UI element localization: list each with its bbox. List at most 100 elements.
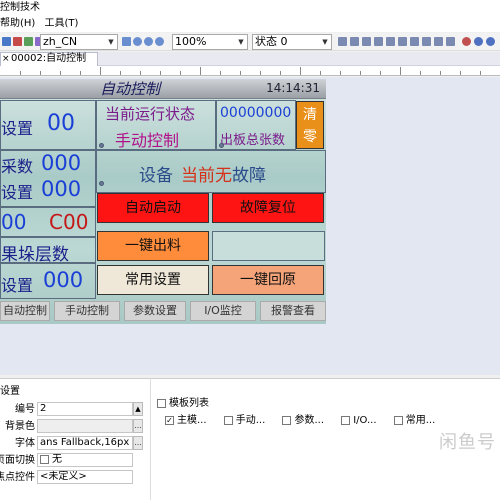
- align-icon[interactable]: [13, 37, 22, 46]
- layout-icon[interactable]: [398, 37, 407, 46]
- layout-icon[interactable]: [422, 37, 431, 46]
- layer-label-cell: 果垛层数: [0, 237, 96, 265]
- zoom-select[interactable]: 100% ▼: [172, 34, 248, 50]
- watermark: 闲鱼号: [439, 432, 496, 453]
- checkbox[interactable]: [393, 415, 403, 425]
- more-icon[interactable]: …: [133, 436, 143, 450]
- one-key-home-button[interactable]: 一键回原: [212, 265, 324, 295]
- zoom-out-icon[interactable]: [144, 37, 153, 46]
- font-field[interactable]: ans Fallback,16px: [37, 436, 133, 450]
- property-row-font: 字体 ans Fallback,16px …: [15, 436, 143, 450]
- language-select[interactable]: zh_CN ▼: [40, 34, 118, 50]
- chevron-down-icon: ▼: [108, 38, 114, 46]
- record-icon[interactable]: [462, 37, 471, 46]
- chevron-down-icon: ▼: [322, 38, 328, 46]
- property-section-title: 设置: [0, 386, 20, 397]
- menu-tools[interactable]: 工具(T): [45, 18, 79, 29]
- count-cell[interactable]: 采数 000 设置 000: [0, 150, 96, 207]
- template-item[interactable]: 参数...: [282, 415, 324, 426]
- language-value: zh_CN: [43, 35, 78, 48]
- layer-setting-cell[interactable]: 设置 000: [0, 263, 96, 299]
- setting-value: 00: [47, 111, 75, 136]
- template-item[interactable]: 常用...: [393, 415, 435, 426]
- nav-manual-control[interactable]: 手动控制: [54, 301, 120, 321]
- common-settings-label: 常用设置: [125, 272, 181, 288]
- counter-cell: 00000000 出板总张数: [216, 100, 296, 150]
- one-key-home-label: 一键回原: [240, 272, 296, 288]
- layout-icon[interactable]: [410, 37, 419, 46]
- property-panel: 设置 编号 2 ▲ 背景色 … 字体 ans Fallback,16px … 页…: [0, 378, 145, 500]
- align-icon[interactable]: [24, 37, 33, 46]
- counter-label: 出板总张数: [220, 133, 286, 148]
- one-key-feed-label: 一键出料: [125, 238, 181, 254]
- layout-icon[interactable]: [350, 37, 359, 46]
- nav-alarm-view[interactable]: 报警查看: [260, 301, 326, 321]
- indicator-dot: [219, 143, 224, 148]
- checkbox[interactable]: [157, 398, 166, 408]
- zoom-fit-icon[interactable]: [122, 37, 131, 46]
- position-cell[interactable]: 00 C00: [0, 207, 96, 237]
- auto-start-button[interactable]: 自动启动: [97, 193, 209, 223]
- state-value: 状态 0: [255, 35, 288, 48]
- one-key-feed-button[interactable]: 一键出料: [97, 231, 209, 261]
- checkbox[interactable]: [223, 415, 233, 425]
- common-settings-button[interactable]: 常用设置: [97, 265, 209, 295]
- zoom-in-icon[interactable]: [133, 37, 142, 46]
- clear-button[interactable]: 清零: [296, 101, 324, 149]
- hmi-clock: 14:14:31: [266, 81, 320, 95]
- spin-icon[interactable]: ▲: [133, 402, 143, 416]
- nav-io-monitor[interactable]: I/O监控: [190, 301, 256, 321]
- id-field[interactable]: 2: [37, 402, 133, 416]
- template-item[interactable]: 手动...: [223, 415, 265, 426]
- auto-start-label: 自动启动: [125, 200, 181, 216]
- fault-cell: 设备 当前无 故障: [96, 150, 326, 193]
- layer-label: 果垛层数: [1, 245, 69, 265]
- window-title: 控制技术: [0, 2, 40, 13]
- status-value: 手动控制: [115, 131, 180, 150]
- zoom-reset-icon[interactable]: [155, 37, 164, 46]
- fault-reset-button[interactable]: 故障复位: [212, 193, 324, 223]
- checkbox[interactable]: [40, 454, 49, 464]
- state-select[interactable]: 状态 0 ▼: [252, 34, 332, 50]
- checkbox[interactable]: ✓: [165, 415, 174, 425]
- layer-setting-label: 设置: [1, 276, 34, 295]
- status-label: 当前运行状态: [105, 105, 196, 123]
- page-switch-field[interactable]: 无: [37, 453, 133, 467]
- template-item[interactable]: ✓ 主模...: [165, 415, 207, 426]
- count-setting-label: 设置: [1, 183, 34, 202]
- checkbox[interactable]: [341, 415, 351, 425]
- nav-parameter-settings[interactable]: 参数设置: [124, 301, 186, 321]
- chevron-down-icon: ▼: [238, 38, 244, 46]
- status-cell: 当前运行状态 手动控制: [96, 100, 216, 150]
- count-label: 采数: [1, 157, 34, 176]
- close-icon[interactable]: ×: [2, 53, 10, 65]
- layout-icon[interactable]: [338, 37, 347, 46]
- nav-auto-control[interactable]: 自动控制: [0, 301, 50, 321]
- checkbox[interactable]: [282, 415, 292, 425]
- layout-icon[interactable]: [386, 37, 395, 46]
- template-list-header: 模板列表: [157, 394, 209, 409]
- position-value: 00: [1, 210, 27, 234]
- align-icon[interactable]: [2, 37, 11, 46]
- hmi-title: 自动控制: [99, 80, 160, 98]
- menu-help[interactable]: 帮助(H): [0, 18, 35, 29]
- view-icon[interactable]: [486, 37, 495, 46]
- focus-control-field[interactable]: <未定义>: [37, 470, 133, 484]
- view-icon[interactable]: [474, 37, 483, 46]
- layout-icon[interactable]: [362, 37, 371, 46]
- zoom-value: 100%: [175, 35, 207, 48]
- bgcolor-field[interactable]: [37, 419, 133, 433]
- setting-label: 设置: [1, 119, 34, 138]
- template-item[interactable]: I/O...: [341, 415, 377, 426]
- tab-auto-control[interactable]: × 00002:自动控制: [0, 52, 98, 66]
- layout-icon[interactable]: [434, 37, 443, 46]
- more-icon[interactable]: …: [133, 419, 143, 433]
- hmi-screen[interactable]: 自动控制 14:14:31 设置 00 当前运行状态 手动控制 00000000…: [0, 79, 326, 324]
- setting-cell[interactable]: 设置 00: [0, 100, 96, 150]
- layout-icon[interactable]: [446, 37, 455, 46]
- property-row-id: 编号 2 ▲: [0, 402, 145, 417]
- toolbar: zh_CN ▼ 100% ▼ 状态 0 ▼: [0, 33, 500, 51]
- layout-icon[interactable]: [374, 37, 383, 46]
- property-row-focus-control: 焦点控件 <未定义>: [0, 470, 145, 485]
- fault-suffix: 故障: [232, 166, 266, 186]
